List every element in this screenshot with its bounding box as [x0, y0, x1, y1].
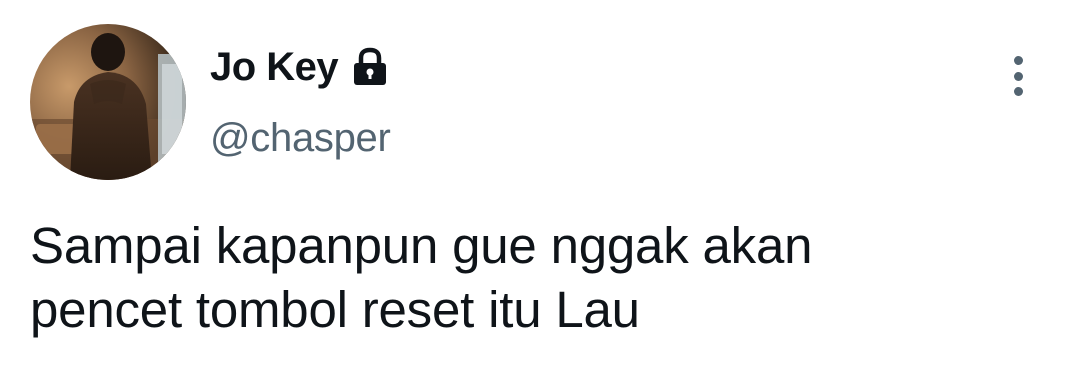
tweet-text-line: pencet tombol reset itu Lau: [30, 281, 640, 338]
more-vertical-icon: [1013, 56, 1023, 65]
avatar[interactable]: [30, 24, 186, 180]
tweet-text: Sampai kapanpun gue nggak akan pencet to…: [30, 214, 1040, 342]
tweet-card: Jo Key @chasper Sampai kapanpun gue ngga…: [0, 0, 1080, 378]
tweet-text-line: Sampai kapanpun gue nggak akan: [30, 217, 813, 274]
lock-icon: [350, 46, 390, 88]
avatar-photo: [30, 24, 186, 180]
user-handle[interactable]: @chasper: [210, 116, 391, 161]
display-name[interactable]: Jo Key: [210, 45, 339, 90]
more-vertical-icon-dot: [1013, 71, 1023, 81]
more-vertical-icon-dot: [1013, 87, 1023, 96]
author-name-row[interactable]: Jo Key: [210, 40, 390, 94]
more-options-button[interactable]: [996, 52, 1040, 100]
